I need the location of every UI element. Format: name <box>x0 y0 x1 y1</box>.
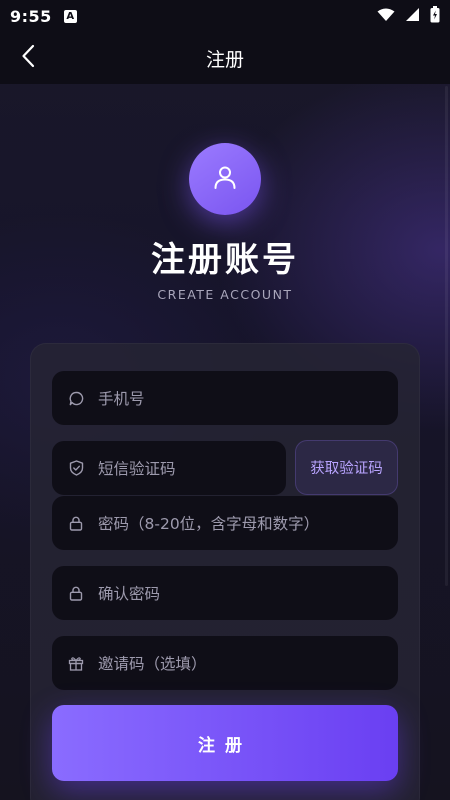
password-input[interactable]: 密码（8-20位，含字母和数字） <box>52 496 398 550</box>
invite-code-input[interactable]: 邀请码（选填） <box>52 636 398 690</box>
status-bar: 9:55 A <box>0 0 450 32</box>
phone-placeholder: 手机号 <box>98 390 145 408</box>
confirm-password-input[interactable]: 确认密码 <box>52 566 398 620</box>
status-icons <box>377 5 440 27</box>
wifi-icon <box>377 7 395 26</box>
register-submit-button[interactable]: 注册 <box>52 705 398 781</box>
page-title: 注册 <box>205 48 244 71</box>
battery-icon <box>430 5 440 27</box>
phone-input[interactable]: 手机号 <box>52 371 398 425</box>
sms-code-placeholder: 短信验证码 <box>98 460 176 478</box>
back-button[interactable] <box>14 44 42 72</box>
invite-code-placeholder: 邀请码（选填） <box>98 655 207 673</box>
chat-bubble-icon <box>68 390 84 406</box>
gift-icon <box>68 655 84 671</box>
chevron-left-icon <box>21 44 35 72</box>
sms-code-input[interactable]: 短信验证码 <box>52 441 286 495</box>
shield-icon <box>68 460 84 476</box>
status-time: 9:55 <box>10 6 52 26</box>
user-icon <box>212 164 238 194</box>
lock-icon <box>68 515 84 531</box>
sub-headline: CREATE ACCOUNT <box>157 287 293 302</box>
confirm-password-placeholder: 确认密码 <box>98 585 161 603</box>
avatar <box>189 143 261 215</box>
scrollbar[interactable] <box>445 86 448 586</box>
status-a-badge: A <box>63 9 77 23</box>
lock-icon <box>68 585 84 601</box>
nav-bar: 注册 <box>0 32 450 84</box>
signal-icon <box>405 7 420 26</box>
register-screen: 9:55 A 注册 注册账号 CREATE ACCOUNT 手机号 短信验证码 … <box>0 0 450 800</box>
headline: 注册账号 <box>151 240 299 280</box>
get-code-button[interactable]: 获取验证码 <box>295 440 398 495</box>
password-placeholder: 密码（8-20位，含字母和数字） <box>98 515 320 533</box>
